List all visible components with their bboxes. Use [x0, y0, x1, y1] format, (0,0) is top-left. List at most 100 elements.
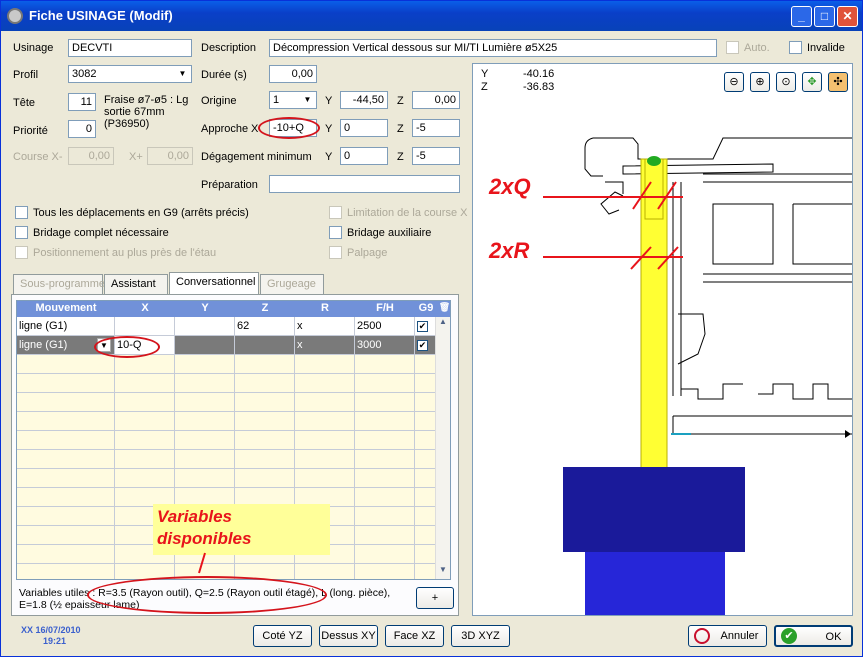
dessus-xy-button[interactable]: Dessus XY [319, 625, 378, 647]
invalide-checkbox[interactable] [789, 41, 802, 54]
cell-fh[interactable] [355, 526, 415, 545]
cell-r[interactable] [295, 450, 355, 469]
cell-y[interactable] [175, 431, 235, 450]
cell-g9[interactable]: ✔ [415, 336, 437, 355]
cell-fh[interactable] [355, 545, 415, 564]
cell-z[interactable] [235, 412, 295, 431]
cell-y[interactable] [175, 412, 235, 431]
ok-button[interactable]: ✔ OK [774, 625, 853, 647]
cell-z[interactable] [235, 431, 295, 450]
cell-y[interactable] [175, 336, 235, 355]
g9-checkbox[interactable]: ✔ [417, 340, 428, 351]
cell-g9[interactable] [415, 431, 437, 450]
cell-fh[interactable] [355, 564, 415, 579]
degagement-z-input[interactable]: -5 [412, 147, 460, 165]
limitation-checkbox[interactable] [329, 206, 342, 219]
priorite-input[interactable]: 0 [68, 120, 96, 138]
usinage-input[interactable]: DECVTI [68, 39, 192, 57]
cell-mouvement[interactable]: ligne (G1) [17, 317, 115, 336]
cell-r[interactable] [295, 564, 355, 579]
cell-y[interactable] [175, 317, 235, 336]
view-3d-button[interactable]: 3D XYZ [451, 625, 510, 647]
face-xz-button[interactable]: Face XZ [385, 625, 444, 647]
palpage-checkbox[interactable] [329, 246, 342, 259]
cell-r[interactable] [295, 393, 355, 412]
table-row[interactable]: ligne (G1) 62 x 2500 ✔ [17, 317, 437, 336]
scroll-down-icon[interactable]: ▼ [437, 565, 449, 579]
cell-r[interactable] [295, 412, 355, 431]
course-x-minus-input[interactable]: 0,00 [68, 147, 114, 165]
tete-input[interactable]: 11 [68, 93, 96, 111]
table-row[interactable] [17, 374, 437, 393]
cell-y[interactable] [175, 374, 235, 393]
cell-y[interactable] [175, 355, 235, 374]
cell-mouvement[interactable] [17, 507, 115, 526]
cell-mouvement[interactable] [17, 526, 115, 545]
cell-g9[interactable] [415, 393, 437, 412]
cell-mouvement[interactable] [17, 488, 115, 507]
cell-g9[interactable] [415, 374, 437, 393]
origine-select[interactable]: 1 ▼ [269, 91, 317, 109]
maximize-button[interactable]: □ [814, 6, 835, 27]
close-button[interactable]: ✕ [837, 6, 858, 27]
tab-conversationnel[interactable]: Conversationnel [169, 272, 259, 295]
cell-r[interactable] [295, 431, 355, 450]
cell-g9[interactable] [415, 355, 437, 374]
cell-fh[interactable] [355, 374, 415, 393]
auto-checkbox[interactable] [726, 41, 739, 54]
cell-g9[interactable] [415, 488, 437, 507]
chevron-down-icon[interactable]: ▼ [175, 67, 190, 81]
cell-y[interactable] [175, 450, 235, 469]
cell-fh[interactable]: 3000 [355, 336, 415, 355]
bridage-complet-checkbox[interactable] [15, 226, 28, 239]
degagement-y-input[interactable]: 0 [340, 147, 388, 165]
cell-fh[interactable] [355, 412, 415, 431]
cell-r[interactable] [295, 355, 355, 374]
grid-scrollbar[interactable]: ▲ ▼ [435, 317, 450, 579]
cell-mouvement[interactable] [17, 545, 115, 564]
table-row[interactable] [17, 431, 437, 450]
cell-r[interactable]: x [295, 317, 355, 336]
cell-g9[interactable] [415, 526, 437, 545]
cell-mouvement[interactable] [17, 393, 115, 412]
cell-z[interactable]: 62 [235, 317, 295, 336]
approche-y-input[interactable]: 0 [340, 119, 388, 137]
cell-r[interactable] [295, 374, 355, 393]
tab-assistant[interactable]: Assistant [104, 274, 168, 294]
origine-z-input[interactable]: 0,00 [412, 91, 460, 109]
description-input[interactable]: Décompression Vertical dessous sur MI/TI… [269, 39, 717, 57]
table-row[interactable] [17, 469, 437, 488]
minimize-button[interactable]: _ [791, 6, 812, 27]
cell-g9[interactable] [415, 564, 437, 579]
g9-checkbox[interactable]: ✔ [417, 321, 428, 332]
profil-select[interactable]: 3082 ▼ [68, 65, 192, 83]
table-row[interactable] [17, 412, 437, 431]
cell-y[interactable] [175, 393, 235, 412]
cell-x[interactable] [115, 450, 175, 469]
duree-input[interactable]: 0,00 [269, 65, 317, 83]
cell-fh[interactable] [355, 488, 415, 507]
cell-r[interactable] [295, 469, 355, 488]
approche-z-input[interactable]: -5 [412, 119, 460, 137]
cell-mouvement[interactable] [17, 431, 115, 450]
cell-g9[interactable] [415, 545, 437, 564]
cell-z[interactable] [235, 450, 295, 469]
cell-z[interactable] [235, 393, 295, 412]
cell-z[interactable] [235, 374, 295, 393]
origine-y-input[interactable]: -44,50 [340, 91, 388, 109]
table-row[interactable]: ligne (G1) 10-Q x 3000 ✔ ▼ [17, 336, 437, 355]
course-x-plus-input[interactable]: 0,00 [147, 147, 193, 165]
cell-g9[interactable] [415, 412, 437, 431]
tab-sous-programme[interactable]: Sous-programme [13, 274, 105, 294]
cell-mouvement[interactable] [17, 564, 115, 579]
cell-fh[interactable] [355, 450, 415, 469]
table-row[interactable] [17, 450, 437, 469]
cell-mouvement[interactable] [17, 374, 115, 393]
positionnement-checkbox[interactable] [15, 246, 28, 259]
cell-x[interactable] [115, 374, 175, 393]
delete-icon[interactable]: 🗑 [438, 302, 450, 313]
cell-z[interactable] [235, 355, 295, 374]
add-row-button[interactable]: + [416, 587, 454, 609]
cell-z[interactable] [235, 469, 295, 488]
annuler-button[interactable]: Annuler [688, 625, 767, 647]
